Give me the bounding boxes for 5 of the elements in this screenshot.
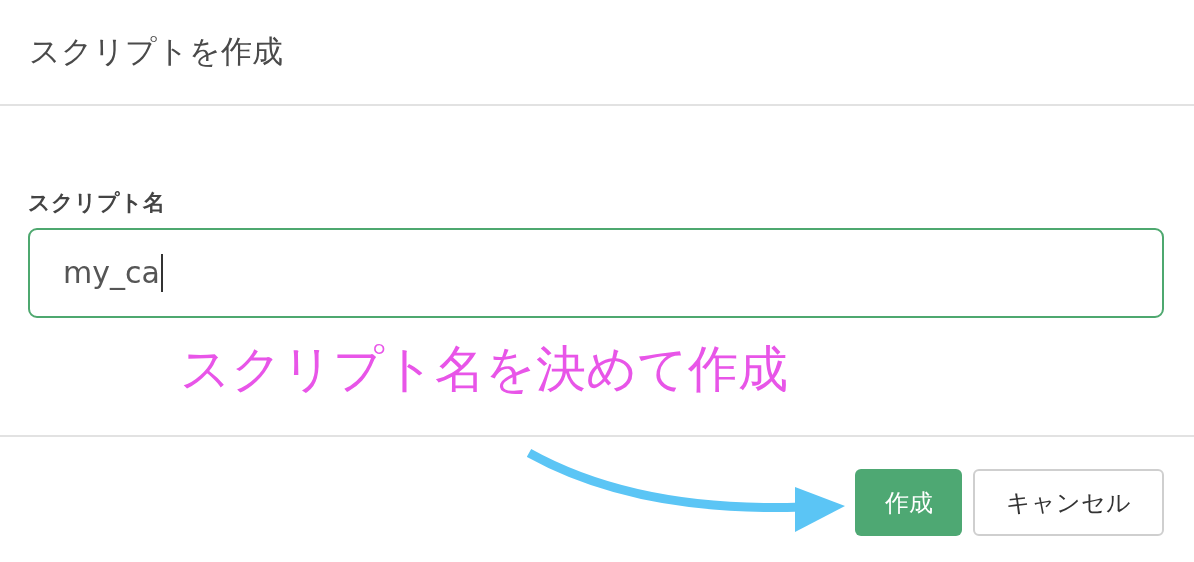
dialog-title: スクリプトを作成	[29, 32, 283, 71]
cancel-button[interactable]: キャンセル	[973, 469, 1164, 536]
input-field[interactable]: my_ca	[28, 228, 1164, 318]
field-label: スクリプト名	[28, 189, 166, 217]
annotation-text: スクリプト名を決めて作成	[180, 339, 789, 400]
